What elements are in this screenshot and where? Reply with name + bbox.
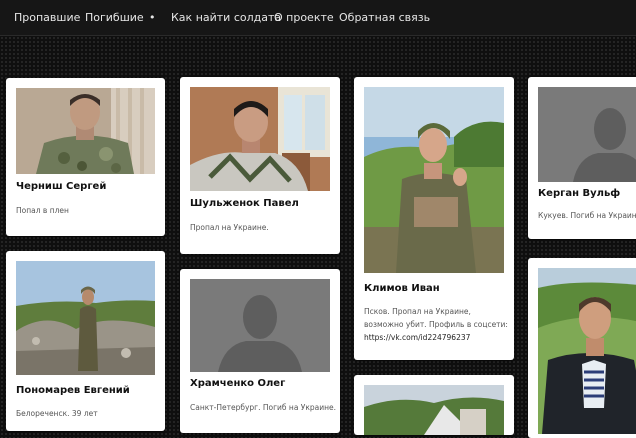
person-photo	[364, 385, 504, 435]
person-description-line: возможно убит. Профиль в соцсети:	[364, 320, 508, 329]
person-card-chernish[interactable]: Черниш Сергей Попал в плен	[6, 78, 165, 236]
nav-missing[interactable]: Пропавшие	[14, 11, 80, 24]
person-profile-link[interactable]: https://vk.com/id224796237	[364, 331, 470, 344]
person-description-line: Псков. Пропал на Украине,	[364, 307, 471, 316]
person-name: Керган Вульф	[538, 188, 621, 199]
person-card-khramchenko[interactable]: Храмченко Олег Санкт-Петербург. Погиб на…	[180, 269, 340, 433]
person-photo-placeholder	[190, 279, 330, 372]
person-photo	[364, 87, 504, 273]
nav-feedback[interactable]: Обратная связь	[339, 11, 430, 24]
person-card-klimov[interactable]: Климов Иван Псков. Пропал на Украине, во…	[354, 77, 514, 360]
person-card-shulzhenok[interactable]: Шульженок Павел Пропал на Украине.	[180, 77, 340, 254]
top-navigation: Пропавшие Погибшие • Как найти солдата О…	[0, 0, 636, 36]
nav-separator-dot: •	[149, 11, 156, 24]
person-card-kergan[interactable]: Керган Вульф Кукуев. Погиб на Украине.	[528, 77, 636, 239]
person-photo-placeholder	[538, 87, 636, 182]
nav-about[interactable]: О проекте	[274, 11, 334, 24]
person-description-line: Попал в плен	[16, 206, 69, 215]
person-card-ponomarev[interactable]: Пономарев Евгений Белореченск. 39 лет	[6, 251, 165, 431]
person-name: Черниш Сергей	[16, 181, 107, 192]
person-description-line: Пропал на Украине.	[190, 223, 269, 232]
person-photo	[190, 87, 330, 191]
person-description-line: Санкт-Петербург. Погиб на Украине.	[190, 403, 337, 412]
person-name: Шульженок Павел	[190, 198, 299, 209]
nav-killed[interactable]: Погибшие	[85, 11, 144, 24]
person-name: Пономарев Евгений	[16, 385, 130, 396]
person-photo	[16, 261, 155, 375]
person-name: Климов Иван	[364, 283, 440, 294]
person-description-line: Белореченск. 39 лет	[16, 409, 98, 418]
person-photo	[538, 268, 636, 434]
person-name: Храмченко Олег	[190, 378, 286, 389]
person-photo	[16, 88, 155, 174]
person-description-line: Кукуев. Погиб на Украине.	[538, 211, 636, 220]
person-card-partial[interactable]	[354, 375, 514, 435]
person-card-partial-right[interactable]	[528, 258, 636, 438]
nav-how-to-find[interactable]: Как найти солдата	[171, 11, 281, 24]
